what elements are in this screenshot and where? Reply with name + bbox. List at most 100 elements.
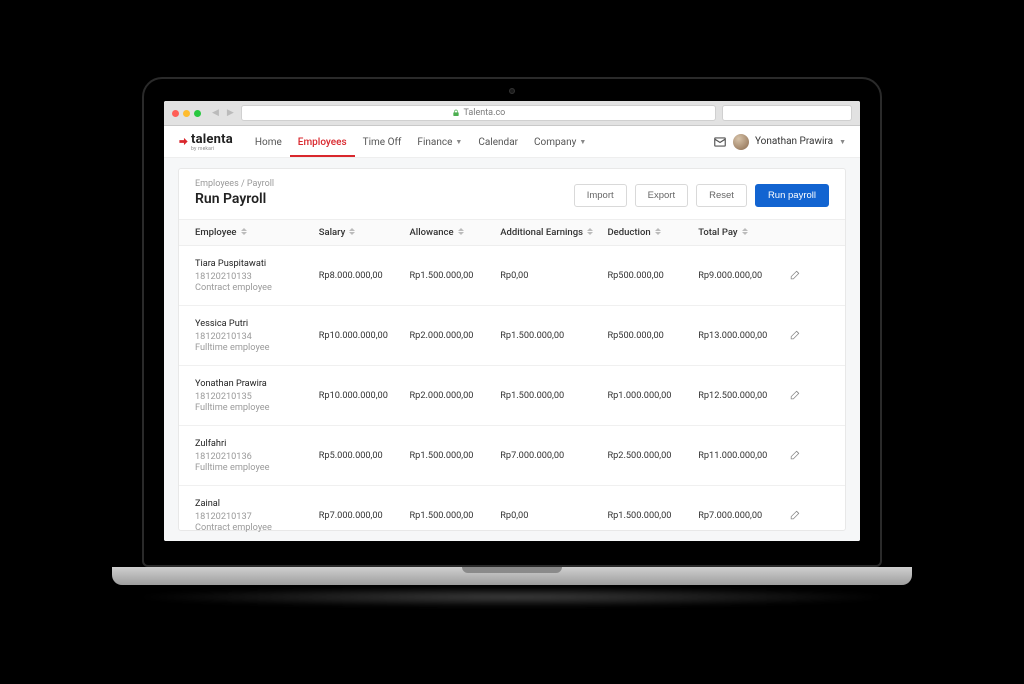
cell-salary: Rp5.000.000,00 [319, 450, 410, 461]
cell-actions [789, 448, 829, 464]
col-employee[interactable]: Employee [195, 227, 319, 238]
nav-item-label: Employees [298, 137, 347, 148]
sort-icon [742, 228, 749, 237]
cell-additional: Rp0,00 [500, 510, 607, 521]
cell-allowance: Rp1.500.000,00 [410, 510, 501, 521]
col-deduction[interactable]: Deduction [607, 227, 698, 238]
cell-employee: Yonathan Prawira18120210135Fulltime empl… [195, 378, 319, 413]
cell-deduction: Rp500.000,00 [607, 330, 698, 341]
cell-salary: Rp10.000.000,00 [319, 330, 410, 341]
cell-allowance: Rp2.000.000,00 [410, 390, 501, 401]
laptop-base [112, 567, 912, 585]
nav-item-time-off[interactable]: Time Off [355, 127, 410, 157]
edit-icon[interactable] [789, 448, 802, 461]
nav-item-company[interactable]: Company▼ [526, 127, 594, 157]
forward-icon[interactable]: ▶ [226, 108, 235, 118]
nav-item-employees[interactable]: Employees [290, 127, 355, 157]
cell-deduction: Rp1.000.000,00 [607, 390, 698, 401]
laptop-mockup: ◀ ▶ Talenta.co talenta by mekari HomeEm [142, 77, 882, 607]
table-row: Tiara Puspitawati18120210133Contract emp… [179, 246, 845, 306]
main-nav: HomeEmployeesTime OffFinance▼CalendarCom… [247, 127, 594, 157]
employee-type: Fulltime employee [195, 402, 319, 413]
traffic-lights [172, 110, 201, 117]
breadcrumb[interactable]: Employees / Payroll [195, 179, 274, 189]
nav-item-home[interactable]: Home [247, 127, 290, 157]
run-payroll-button[interactable]: Run payroll [755, 184, 829, 207]
browser-search[interactable] [722, 105, 852, 121]
window-maximize-icon[interactable] [194, 110, 201, 117]
cell-actions [789, 268, 829, 284]
table-row: Yonathan Prawira18120210135Fulltime empl… [179, 366, 845, 426]
user-menu-chevron-icon[interactable]: ▼ [839, 138, 846, 146]
cell-deduction: Rp500.000,00 [607, 270, 698, 281]
brand-logo[interactable]: talenta by mekari [178, 132, 233, 152]
employee-id: 18120210137 [195, 511, 319, 522]
col-additional[interactable]: Additional Earnings [500, 227, 607, 238]
laptop-shadow [132, 587, 892, 607]
cell-employee: Yessica Putri18120210134Fulltime employe… [195, 318, 319, 353]
sort-icon [458, 228, 465, 237]
table-row: Zainal18120210137Contract employeeRp7.00… [179, 486, 845, 541]
app-header: talenta by mekari HomeEmployeesTime OffF… [164, 126, 860, 158]
edit-icon[interactable] [789, 388, 802, 401]
cell-actions [789, 508, 829, 524]
lock-icon [452, 109, 460, 117]
table-body: Tiara Puspitawati18120210133Contract emp… [179, 246, 845, 541]
employee-type: Fulltime employee [195, 462, 319, 473]
employee-name: Tiara Puspitawati [195, 258, 319, 269]
edit-icon[interactable] [789, 268, 802, 281]
employee-name: Yonathan Prawira [195, 378, 319, 389]
cell-salary: Rp10.000.000,00 [319, 390, 410, 401]
col-total[interactable]: Total Pay [698, 227, 789, 238]
cell-additional: Rp1.500.000,00 [500, 390, 607, 401]
brand-tagline: by mekari [191, 147, 233, 152]
sort-icon [349, 228, 356, 237]
sort-icon [587, 228, 594, 237]
payroll-card: Employees / Payroll Run Payroll Import E… [178, 168, 846, 531]
nav-item-finance[interactable]: Finance▼ [409, 127, 470, 157]
cell-employee: Zulfahri 18120210136Fulltime employee [195, 438, 319, 473]
chevron-down-icon: ▼ [455, 138, 462, 146]
card-header: Employees / Payroll Run Payroll Import E… [179, 169, 845, 219]
employee-name: Yessica Putri [195, 318, 319, 329]
mail-icon[interactable] [713, 135, 727, 149]
payroll-table: Employee Salary Allowance Additional Ear… [179, 219, 845, 541]
nav-item-label: Finance [417, 137, 452, 148]
reset-button[interactable]: Reset [696, 184, 747, 207]
cell-salary: Rp8.000.000,00 [319, 270, 410, 281]
cell-allowance: Rp1.500.000,00 [410, 450, 501, 461]
export-button[interactable]: Export [635, 184, 688, 207]
table-header: Employee Salary Allowance Additional Ear… [179, 219, 845, 246]
cell-employee: Tiara Puspitawati18120210133Contract emp… [195, 258, 319, 293]
address-bar[interactable]: Talenta.co [241, 105, 716, 121]
action-bar: Import Export Reset Run payroll [574, 184, 829, 207]
window-minimize-icon[interactable] [183, 110, 190, 117]
col-allowance[interactable]: Allowance [410, 227, 501, 238]
edit-icon[interactable] [789, 328, 802, 341]
address-url: Talenta.co [464, 108, 506, 118]
employee-name: Zulfahri [195, 438, 319, 449]
screen-bezel: ◀ ▶ Talenta.co talenta by mekari HomeEm [142, 77, 882, 567]
cell-total: Rp12.500.000,00 [698, 390, 789, 401]
camera-dot [509, 88, 515, 94]
table-row: Yessica Putri18120210134Fulltime employe… [179, 306, 845, 366]
cell-allowance: Rp2.000.000,00 [410, 330, 501, 341]
chevron-down-icon: ▼ [579, 138, 586, 146]
nav-item-label: Company [534, 137, 576, 148]
user-name: Yonathan Prawira [755, 136, 833, 147]
cell-additional: Rp0,00 [500, 270, 607, 281]
cell-deduction: Rp1.500.000,00 [607, 510, 698, 521]
sort-icon [241, 228, 248, 237]
nav-item-calendar[interactable]: Calendar [470, 127, 526, 157]
import-button[interactable]: Import [574, 184, 627, 207]
avatar[interactable] [733, 134, 749, 150]
cell-additional: Rp1.500.000,00 [500, 330, 607, 341]
col-salary[interactable]: Salary [319, 227, 410, 238]
employee-id: 18120210136 [195, 451, 319, 462]
edit-icon[interactable] [789, 508, 802, 521]
nav-item-label: Home [255, 137, 282, 148]
content-area: Employees / Payroll Run Payroll Import E… [164, 158, 860, 541]
cell-actions [789, 328, 829, 344]
window-close-icon[interactable] [172, 110, 179, 117]
back-icon[interactable]: ◀ [211, 108, 220, 118]
